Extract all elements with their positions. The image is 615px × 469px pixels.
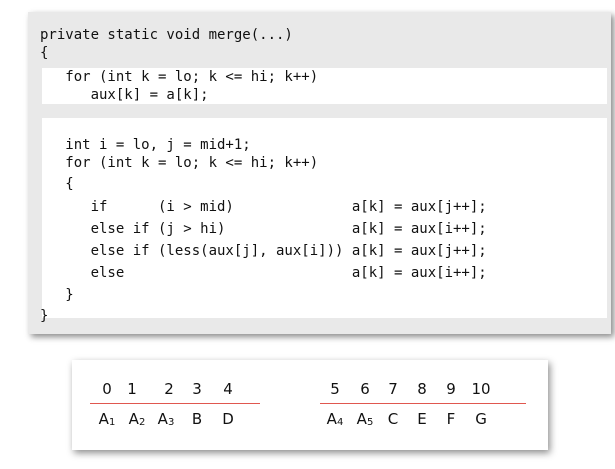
code-line: else if (less(aux[j], aux[i])) a[k] = au… bbox=[40, 243, 487, 259]
array-index: 9 bbox=[446, 380, 456, 398]
array-value: A4 bbox=[326, 410, 344, 428]
code-line: else if (j > hi) a[k] = aux[i++]; bbox=[40, 221, 487, 237]
right-half-divider bbox=[320, 403, 526, 404]
array-value: B bbox=[191, 410, 203, 428]
code-line: } bbox=[40, 308, 49, 324]
array-index: 0 bbox=[102, 380, 112, 398]
array-value: G bbox=[475, 410, 487, 428]
array-index: 10 bbox=[471, 380, 491, 398]
array-value: A5 bbox=[356, 410, 374, 428]
code-block: private static void merge(...) { for (in… bbox=[28, 12, 611, 334]
array-value: A1 bbox=[98, 410, 116, 428]
array-value: F bbox=[446, 410, 456, 428]
code-line: for (int k = lo; k <= hi; k++) bbox=[40, 69, 319, 85]
array-index: 2 bbox=[164, 380, 174, 398]
array-index: 1 bbox=[127, 380, 137, 398]
code-panel: private static void merge(...) { for (in… bbox=[28, 12, 611, 334]
code-line: { bbox=[40, 176, 74, 192]
array-value: E bbox=[417, 410, 427, 428]
array-value: A3 bbox=[157, 410, 175, 428]
code-line: private static void merge(...) bbox=[40, 27, 293, 43]
array-index: 7 bbox=[388, 380, 398, 398]
code-line: else a[k] = aux[i++]; bbox=[40, 265, 487, 281]
code-line: int i = lo, j = mid+1; bbox=[40, 137, 251, 153]
array-index: 6 bbox=[360, 380, 370, 398]
array-index: 5 bbox=[330, 380, 340, 398]
array-diagram: 0 1 2 3 4 A1 A2 A3 B D 5 6 7 8 9 10 A4 A… bbox=[72, 360, 548, 450]
array-index: 8 bbox=[417, 380, 427, 398]
code-line: if (i > mid) a[k] = aux[j++]; bbox=[40, 199, 487, 215]
array-value: C bbox=[387, 410, 399, 428]
array-index: 3 bbox=[192, 380, 202, 398]
array-value: A2 bbox=[128, 410, 146, 428]
array-index: 4 bbox=[223, 380, 233, 398]
array-value: D bbox=[222, 410, 234, 428]
left-half-divider bbox=[90, 403, 260, 404]
code-line: } bbox=[40, 287, 74, 303]
code-line: { bbox=[40, 45, 49, 61]
code-line: aux[k] = a[k]; bbox=[40, 87, 209, 103]
code-line: for (int k = lo; k <= hi; k++) bbox=[40, 155, 319, 171]
